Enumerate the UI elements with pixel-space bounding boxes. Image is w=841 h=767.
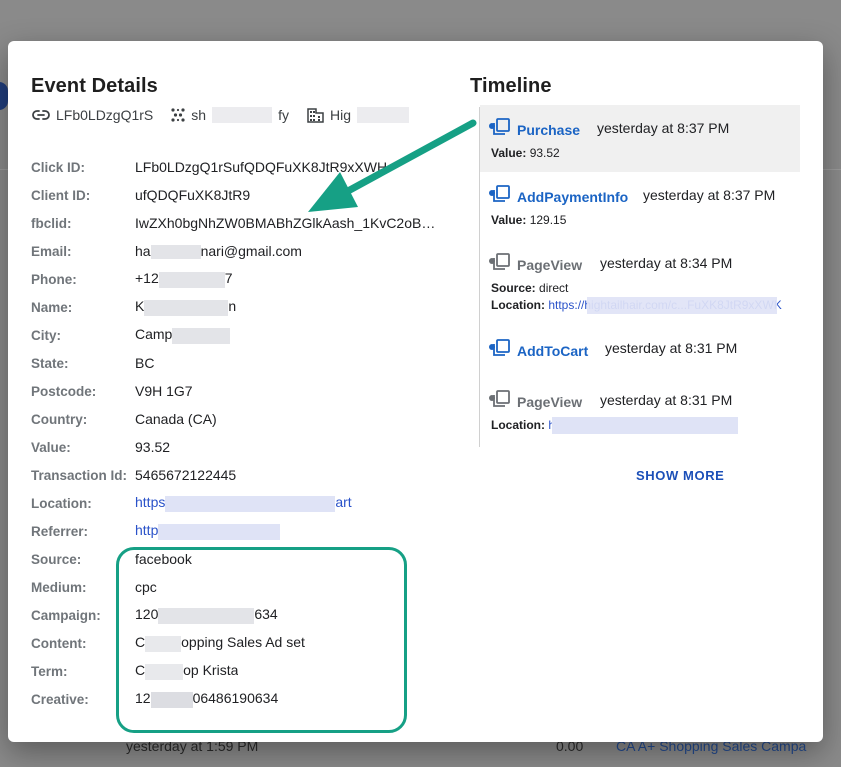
- background-row: yesterday at 1:59 PM 0.00 CA A+ Shopping…: [0, 738, 841, 767]
- background-badge: [0, 82, 8, 110]
- event-details-modal: Event Details LFb0LDzgQ1rS sh fy Hig Cli…: [8, 41, 823, 742]
- annotation-arrow-icon: [308, 119, 477, 212]
